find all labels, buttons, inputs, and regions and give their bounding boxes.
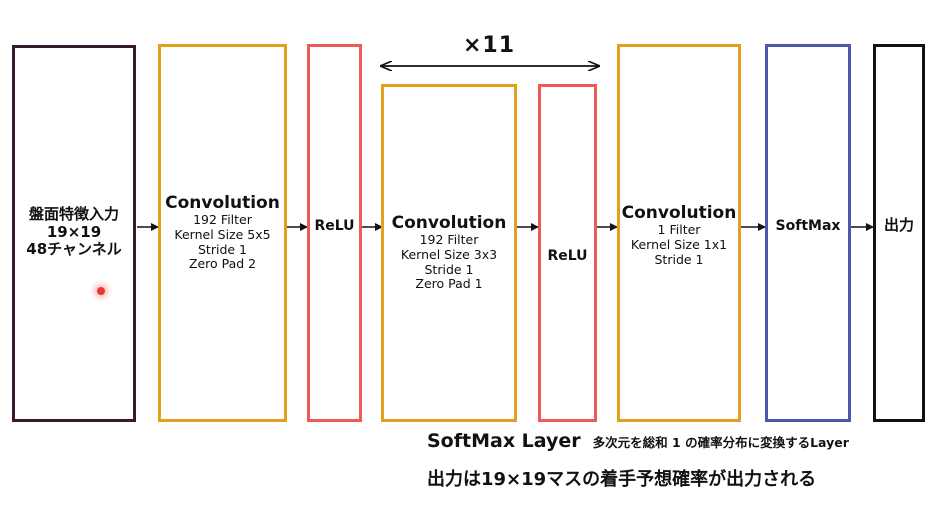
- relu1-title: ReLU: [314, 218, 355, 234]
- output-block: 出力: [873, 44, 925, 422]
- softmax-title: SoftMax: [775, 218, 841, 234]
- cursor-marker: [97, 287, 105, 295]
- conv3-title: Convolution: [621, 203, 737, 223]
- conv2-title: Convolution: [391, 213, 507, 233]
- conv2-block: Convolution 192 Filter Kernel Size 3x3 S…: [381, 84, 517, 422]
- conv1-title: Convolution: [165, 193, 280, 213]
- conv2-filter: 192 Filter: [419, 232, 479, 248]
- softmax-caption-desc: 多次元を総和 1 の確率分布に変換するLayer: [592, 435, 849, 450]
- conv1-kernel: Kernel Size 5x5: [174, 226, 271, 242]
- input-label-line2: 19×19: [46, 222, 102, 241]
- conv1-filter: 192 Filter: [193, 212, 252, 228]
- input-label-line1: 盤面特徴入力: [28, 205, 119, 223]
- conv2-zeropad: Zero Pad 1: [415, 276, 483, 292]
- relu2-title: ReLU: [547, 248, 588, 264]
- repeat-count-label: ×11: [463, 33, 516, 58]
- conv3-stride: Stride 1: [654, 251, 704, 267]
- softmax-caption: SoftMax Layer 多次元を総和 1 の確率分布に変換するLayer: [427, 430, 849, 452]
- relu2-block: ReLU: [538, 84, 597, 422]
- output-caption: 出力は19×19マスの着手予想確率が出力される: [427, 469, 817, 490]
- conv1-block: Convolution 192 Filter Kernel Size 5x5 S…: [158, 44, 287, 422]
- relu1-block: ReLU: [307, 44, 362, 422]
- conv1-zeropad: Zero Pad 2: [188, 256, 257, 272]
- conv2-stride: Stride 1: [424, 261, 474, 277]
- input-label-line3: 48チャンネル: [26, 240, 122, 259]
- input-block: 盤面特徴入力 19×19 48チャンネル: [12, 45, 136, 422]
- conv1-stride: Stride 1: [198, 241, 247, 257]
- conv3-kernel: Kernel Size 1x1: [630, 236, 728, 252]
- softmax-block: SoftMax: [765, 44, 851, 422]
- conv3-block: Convolution 1 Filter Kernel Size 1x1 Str…: [617, 44, 741, 422]
- output-title: 出力: [883, 216, 914, 234]
- conv3-filter: 1 Filter: [657, 222, 701, 238]
- conv2-kernel: Kernel Size 3x3: [400, 246, 498, 262]
- softmax-caption-title: SoftMax Layer: [427, 430, 581, 452]
